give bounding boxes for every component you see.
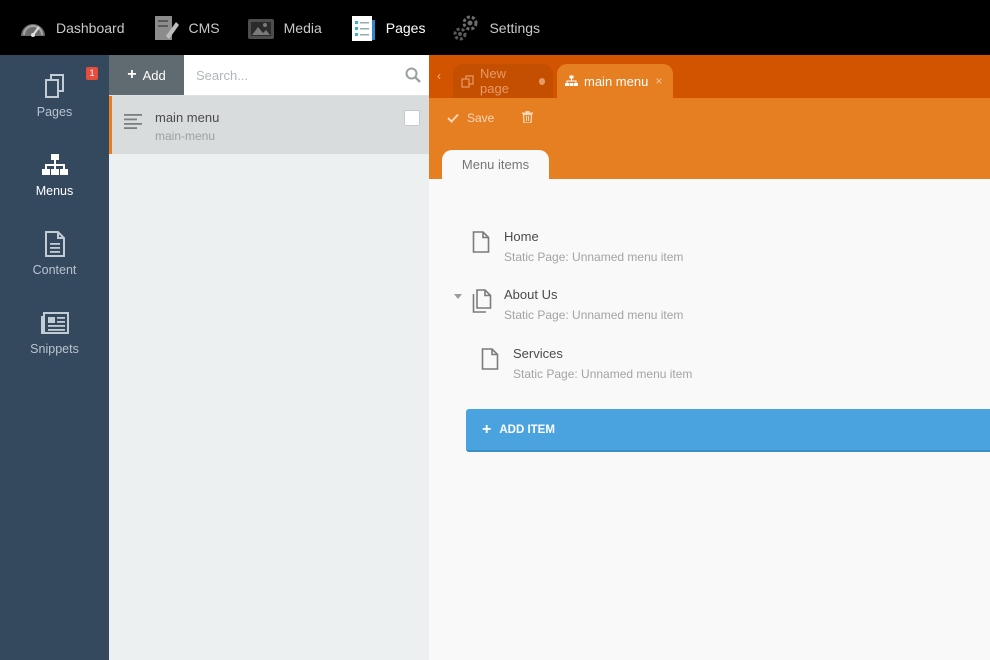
sidebar-item-label: Menus [35, 183, 74, 198]
files-icon [472, 289, 492, 313]
search-input[interactable] [184, 55, 429, 95]
top-nav-label: Media [283, 19, 322, 36]
top-nav-pages[interactable]: Pages [348, 0, 426, 55]
close-icon[interactable]: × [655, 74, 662, 88]
top-nav-label: CMS [188, 19, 220, 36]
menu-item-title: Services [513, 346, 563, 361]
dashboard-icon [18, 13, 48, 43]
align-left-icon [124, 113, 142, 129]
tab-label: main menu [584, 73, 649, 89]
pages-icon [40, 71, 70, 101]
add-item-label: ADD ITEM [499, 423, 555, 436]
top-nav-settings[interactable]: Settings [451, 0, 540, 55]
menu-item-subtitle: Static Page: Unnamed menu item [513, 367, 693, 381]
plus-icon: + [482, 420, 492, 438]
check-icon [447, 113, 459, 123]
sidebar-item-pages[interactable]: Pages 1 [0, 55, 109, 134]
add-item-button[interactable]: + ADD ITEM [466, 409, 990, 452]
cms-icon [151, 13, 181, 43]
top-nav: Dashboard CMS Media Pages Settings [0, 0, 990, 55]
plus-icon: + [127, 66, 137, 83]
top-nav-cms[interactable]: CMS [151, 0, 220, 55]
menu-item-title: Home [504, 229, 539, 244]
search-icon[interactable] [405, 67, 421, 83]
pages-icon [461, 74, 474, 88]
notification-badge: 1 [86, 67, 98, 80]
menu-list-panel: + Add main menu main-menu [109, 55, 429, 660]
tab-new-page[interactable]: New page [453, 64, 553, 98]
tab-bar: ‹ New page main menu × [429, 55, 990, 98]
top-nav-media[interactable]: Media [246, 0, 322, 55]
top-nav-label: Settings [489, 19, 541, 36]
list-toolbar: + Add [109, 55, 429, 96]
menu-item-subtitle: Static Page: Unnamed menu item [504, 250, 684, 264]
file-icon [472, 231, 492, 253]
chevron-left-icon[interactable]: ‹ [437, 69, 441, 83]
collapse-caret-icon[interactable] [454, 294, 462, 299]
list-item-checkbox[interactable] [404, 110, 420, 126]
tab-label: New page [480, 66, 509, 96]
add-button[interactable]: + Add [109, 55, 184, 95]
sidebar-item-content[interactable]: Content [0, 213, 109, 292]
tab-menu-items[interactable]: Menu items [442, 150, 549, 179]
menu-item-subtitle: Static Page: Unnamed menu item [504, 308, 684, 322]
list-item[interactable]: main menu main-menu [109, 96, 429, 154]
sidebar-item-menus[interactable]: Menus [0, 134, 109, 213]
media-icon [246, 13, 276, 43]
sidebar: Pages 1 Menus Content Snippets [0, 55, 109, 660]
top-nav-dashboard[interactable]: Dashboard [18, 0, 125, 55]
search-box [184, 55, 429, 95]
newspaper-icon [40, 308, 70, 338]
sitemap-icon [565, 75, 578, 88]
top-nav-label: Dashboard [56, 19, 125, 36]
sidebar-item-snippets[interactable]: Snippets [0, 292, 109, 371]
document-icon [40, 229, 70, 259]
save-button[interactable]: Save [447, 111, 494, 125]
sidebar-item-label: Content [32, 262, 77, 277]
list-item-title: main menu [155, 110, 220, 125]
add-button-label: Add [142, 67, 166, 83]
file-icon [481, 348, 501, 370]
editor-toolbar: Save [429, 98, 990, 139]
list-item-code: main-menu [155, 129, 216, 143]
top-nav-label: Pages [385, 19, 426, 36]
save-button-label: Save [467, 111, 495, 125]
subtab-bar: Menu items [429, 139, 990, 179]
sidebar-item-label: Snippets [30, 341, 79, 356]
delete-button[interactable] [522, 111, 541, 123]
settings-icon [451, 13, 481, 43]
main-editor: ‹ New page main menu × Save Menu items H… [429, 55, 990, 660]
menu-item-title: About Us [504, 287, 558, 302]
modified-indicator [538, 77, 545, 85]
sidebar-item-label: Pages [36, 104, 73, 119]
trash-icon [522, 111, 533, 123]
pages-icon [348, 13, 378, 43]
tab-main-menu[interactable]: main menu × [557, 64, 673, 98]
sitemap-icon [40, 150, 70, 180]
